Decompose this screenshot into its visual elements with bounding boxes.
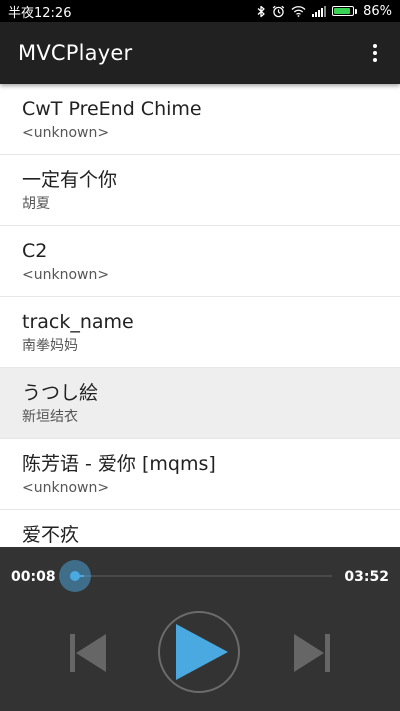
app-title: MVCPlayer — [18, 41, 133, 65]
track-title: うつし絵 — [22, 382, 99, 404]
list-item[interactable]: 一定有个你 胡夏 — [0, 155, 400, 226]
track-artist: <unknown> — [22, 267, 110, 283]
list-item[interactable]: C2 <unknown> — [0, 226, 400, 297]
seek-bar[interactable] — [75, 575, 332, 577]
list-item[interactable]: 陈芳语 - 爱你 [mqms] <unknown> — [0, 439, 400, 510]
track-artist: <unknown> — [22, 125, 110, 141]
track-artist: 胡夏 — [22, 196, 50, 212]
app-bar: MVCPlayer — [0, 22, 400, 84]
seek-thumb-dot — [70, 571, 80, 581]
status-right: 86% — [256, 4, 392, 19]
signal-icon — [312, 5, 327, 17]
battery-fill — [334, 8, 350, 14]
previous-icon — [70, 634, 106, 672]
track-list[interactable]: CwT PreEnd Chime <unknown> 一定有个你胡夏 C2 <unkno… — [0, 84, 400, 547]
elapsed-time: 00:08 — [11, 569, 56, 585]
track-title: track_name — [22, 311, 134, 333]
bluetooth-icon — [256, 5, 266, 18]
battery-percent: 86% — [363, 3, 392, 19]
list-item[interactable]: CwT PreEnd Chime <unknown> — [0, 84, 400, 155]
play-button[interactable] — [158, 611, 240, 693]
track-title: CwT PreEnd Chime — [22, 98, 202, 120]
next-icon — [294, 634, 330, 672]
alarm-icon — [272, 5, 285, 18]
play-icon — [176, 624, 228, 680]
overflow-dot — [373, 51, 377, 55]
list-item[interactable]: 爱不疚 — [0, 510, 400, 547]
status-time: 半夜12:26 — [8, 5, 72, 21]
track-title: 陈芳语 - 爱你 [mqms] — [22, 453, 216, 475]
battery-body — [332, 6, 355, 16]
track-title: 一定有个你 — [22, 169, 118, 191]
list-item[interactable]: track_name 南拳妈妈 — [0, 297, 400, 368]
screen: 半夜12:26 86% MVCPlayer CwT PreEnd Chime <… — [0, 0, 400, 711]
list-item[interactable]: うつし絵 新垣结衣 — [0, 368, 400, 439]
track-artist: 南拳妈妈 — [22, 338, 78, 354]
battery-icon — [332, 6, 358, 16]
battery-tip — [355, 8, 358, 14]
track-artist: 新垣结衣 — [22, 409, 78, 425]
track-artist: <unknown> — [22, 480, 110, 496]
status-left: 半夜12:26 — [8, 2, 71, 21]
overflow-dot — [373, 58, 377, 62]
track-title: 爱不疚 — [22, 524, 80, 546]
track-title: C2 — [22, 240, 48, 262]
overflow-dot — [373, 44, 377, 48]
next-button[interactable] — [294, 634, 330, 672]
previous-button[interactable] — [70, 634, 106, 672]
status-bar: 半夜12:26 86% — [0, 0, 400, 22]
more-vert-icon[interactable] — [368, 33, 382, 73]
wifi-icon — [291, 5, 306, 17]
player-panel: 00:08 03:52 — [0, 547, 400, 711]
seek-thumb[interactable] — [59, 560, 91, 592]
total-duration: 03:52 — [344, 569, 389, 585]
